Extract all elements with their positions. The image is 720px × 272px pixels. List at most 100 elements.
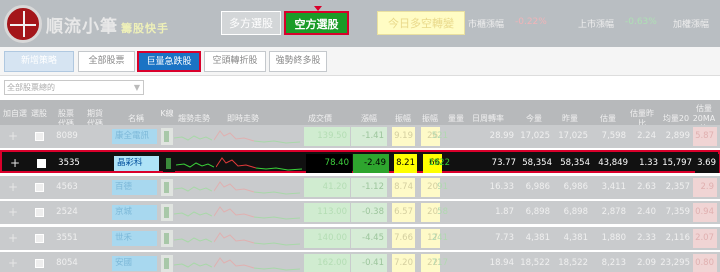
add-to-watchlist-icon[interactable]: + (6, 252, 20, 272)
stock-name[interactable]: 安國 (112, 256, 157, 271)
select-checkbox[interactable] (35, 132, 44, 141)
volume-ratio-value: 717 (431, 258, 448, 268)
kline-icon[interactable] (161, 204, 173, 221)
table-row[interactable]: +3535 晶彩科 78.40 -2.49 8.21 66 1922 73.77 58,354 5… (0, 150, 720, 173)
stock-name[interactable]: 康全電訊 (112, 129, 157, 144)
intraday-chart[interactable] (214, 204, 300, 221)
col-change[interactable]: 漲幅 (355, 114, 383, 124)
estimated-volume-value: 1,880 (601, 233, 626, 243)
stock-name[interactable]: 百德 (112, 180, 157, 195)
amplitude-value: 6.57 (392, 203, 415, 222)
trend-chart[interactable] (174, 204, 212, 221)
col-name[interactable]: 名稱 (118, 114, 154, 124)
intraday-chart[interactable] (214, 230, 300, 247)
price-value: 113.00 (304, 203, 350, 222)
today-volume-value: 17,025 (520, 131, 550, 141)
est-20ma-ratio-value: 5.87 (693, 127, 717, 146)
stock-name[interactable]: 世禾 (112, 231, 157, 246)
intraday-chart[interactable] (214, 255, 300, 272)
trend-chart[interactable] (174, 230, 212, 247)
estimated-volume-value: 3,411 (601, 182, 626, 192)
kline-icon[interactable] (161, 179, 173, 196)
col-select[interactable]: 選股 (30, 109, 48, 119)
stock-name[interactable]: 晶彩科 (114, 156, 159, 171)
table-row[interactable]: +8054 安國 162.00 -0.41 7.20 22 717 18.94 18,522 18… (0, 252, 720, 272)
col-avg20[interactable]: 均量20 (662, 114, 690, 124)
table-row[interactable]: +2524 京城 113.00 -0.38 6.57 20 58 1.87 6,898 6,898… (0, 201, 720, 224)
estimated-ratio-value: 2.09 (637, 258, 656, 268)
avg20-value: 2,357 (665, 182, 690, 192)
col-trend[interactable]: 趨勢走勢 (176, 114, 212, 124)
col-price[interactable]: 成交價 (300, 114, 340, 124)
kline-icon[interactable] (161, 128, 173, 145)
trend-chart[interactable] (176, 155, 214, 172)
volume-ratio-value: 1922 (428, 158, 450, 168)
trend-chart[interactable] (174, 128, 212, 145)
today-volume-value: 58,354 (522, 158, 552, 168)
table-row[interactable]: +3551 世禾 140.00 -4.45 7.66 17 241 7.73 4,381 4,38… (0, 227, 720, 250)
turnover-value: 16.33 (489, 182, 514, 192)
col-intraday[interactable]: 即時走勢 (218, 114, 268, 124)
select-checkbox[interactable] (35, 183, 44, 192)
stock-group-select[interactable]: 全部股票總的 ▼ (4, 80, 144, 95)
avg20-value: 15,797 (662, 158, 692, 168)
price-value: 139.50 (304, 127, 350, 146)
intraday-chart[interactable] (214, 128, 300, 145)
amplitude-value: 8.21 (394, 154, 417, 173)
add-to-watchlist-icon[interactable]: + (6, 227, 20, 250)
yesterday-volume-value: 58,354 (560, 158, 590, 168)
col-turnover[interactable]: 日周轉率 (460, 114, 516, 124)
estimated-volume-value: 2,878 (601, 207, 626, 217)
change-value: -1.12 (351, 178, 387, 197)
add-to-watchlist-icon[interactable]: + (8, 152, 22, 171)
estimated-ratio-value: 2.24 (637, 131, 656, 141)
stock-name[interactable]: 京城 (112, 205, 157, 220)
tab-bear-reversal[interactable]: 空頭轉折股 (204, 51, 266, 72)
kline-icon[interactable] (163, 155, 175, 172)
yesterday-volume-value: 18,522 (558, 258, 588, 268)
select-checkbox[interactable] (37, 159, 46, 168)
trend-chart[interactable] (174, 255, 212, 272)
col-amplitude-2[interactable]: 振幅 (418, 114, 442, 124)
kline-icon[interactable] (161, 230, 173, 247)
otc-index-label: 市櫃漲幅 (468, 20, 505, 30)
price-value: 140.00 (304, 229, 350, 248)
col-est-vol[interactable]: 估量 (592, 114, 624, 124)
col-today-vol[interactable]: 今量 (518, 114, 550, 124)
estimated-volume-value: 43,849 (598, 158, 628, 168)
tab-new-strategy[interactable]: 新增策略 (4, 51, 74, 72)
col-yest-vol[interactable]: 昨量 (554, 114, 586, 124)
tab-strong-end[interactable]: 強勢終多股 (269, 51, 327, 72)
volume-ratio-value: 521 (431, 131, 448, 141)
kline-icon[interactable] (161, 255, 173, 272)
select-checkbox[interactable] (35, 208, 44, 217)
col-kline[interactable]: K線 (160, 109, 174, 119)
intraday-chart[interactable] (216, 155, 302, 172)
yesterday-volume-value: 17,025 (558, 131, 588, 141)
tab-all-stocks[interactable]: 全部股票 (78, 51, 135, 72)
intraday-chart[interactable] (214, 179, 300, 196)
add-to-watchlist-icon[interactable]: + (6, 176, 20, 199)
add-to-watchlist-icon[interactable]: + (6, 201, 20, 224)
turnover-value: 28.99 (489, 131, 514, 141)
trend-chart[interactable] (174, 179, 212, 196)
trend-change-button[interactable]: 今日多空轉變 (377, 11, 465, 35)
estimated-ratio-value: 1.33 (639, 158, 658, 168)
col-amplitude[interactable]: 振幅 (390, 114, 416, 124)
weighted-index-label: 加權漲幅 (673, 20, 710, 30)
today-volume-value: 6,898 (525, 207, 550, 217)
table-row[interactable]: +4563 百德 41.20 -1.12 8.74 20 91 16.33 6,986 6,986… (0, 176, 720, 199)
tab-volume-plunge[interactable]: 巨量急跌股 (137, 51, 201, 72)
table-row[interactable]: +8089 康全電訊 139.50 -1.41 9.19 26 521 28.99 17,025… (0, 125, 720, 148)
bear-mode-button[interactable]: 空方選股 (284, 11, 349, 35)
est-20ma-ratio-value: 3.69 (695, 154, 719, 173)
amplitude-value: 8.74 (392, 178, 415, 197)
bull-mode-button[interactable]: 多方選股 (221, 11, 281, 35)
select-checkbox[interactable] (35, 259, 44, 268)
add-to-watchlist-icon[interactable]: + (6, 125, 20, 148)
twse-index-value: -0.63% (625, 17, 657, 27)
col-add-watch[interactable]: 加自選 (2, 109, 28, 119)
avg20-value: 2,116 (665, 233, 690, 243)
select-checkbox[interactable] (35, 234, 44, 243)
turnover-value: 73.77 (491, 158, 516, 168)
